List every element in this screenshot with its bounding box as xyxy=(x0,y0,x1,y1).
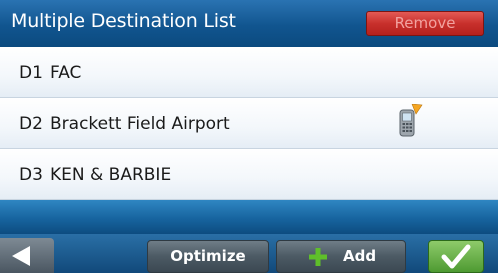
destination-name: KEN & BARBIE xyxy=(50,165,172,185)
destination-name: FAC xyxy=(50,63,82,83)
destination-name: Brackett Field Airport xyxy=(50,114,230,134)
back-button[interactable] xyxy=(0,238,54,273)
title-bar: Multiple Destination List Remove xyxy=(0,0,498,47)
destination-code: D1 xyxy=(19,63,43,83)
destination-code: D3 xyxy=(19,165,43,185)
phone-icon xyxy=(399,104,423,137)
destination-row-d3[interactable]: D3 KEN & BARBIE xyxy=(0,149,498,200)
add-button[interactable]: Add xyxy=(276,240,406,273)
destination-row-d2[interactable]: D2 Brackett Field Airport xyxy=(0,98,498,149)
checkmark-icon xyxy=(441,244,471,269)
ok-button[interactable] xyxy=(428,240,484,273)
destination-list: D1 FAC D2 Brackett Field Airport D3 KEN … xyxy=(0,47,498,200)
add-label: Add xyxy=(343,247,377,265)
destination-row-d1[interactable]: D1 FAC xyxy=(0,47,498,98)
page-title: Multiple Destination List xyxy=(11,10,236,32)
back-arrow-icon xyxy=(12,246,30,266)
empty-list-area xyxy=(0,200,498,234)
destination-code: D2 xyxy=(19,114,43,134)
remove-button[interactable]: Remove xyxy=(366,11,484,36)
plus-icon xyxy=(309,248,327,266)
optimize-button[interactable]: Optimize xyxy=(147,240,269,273)
